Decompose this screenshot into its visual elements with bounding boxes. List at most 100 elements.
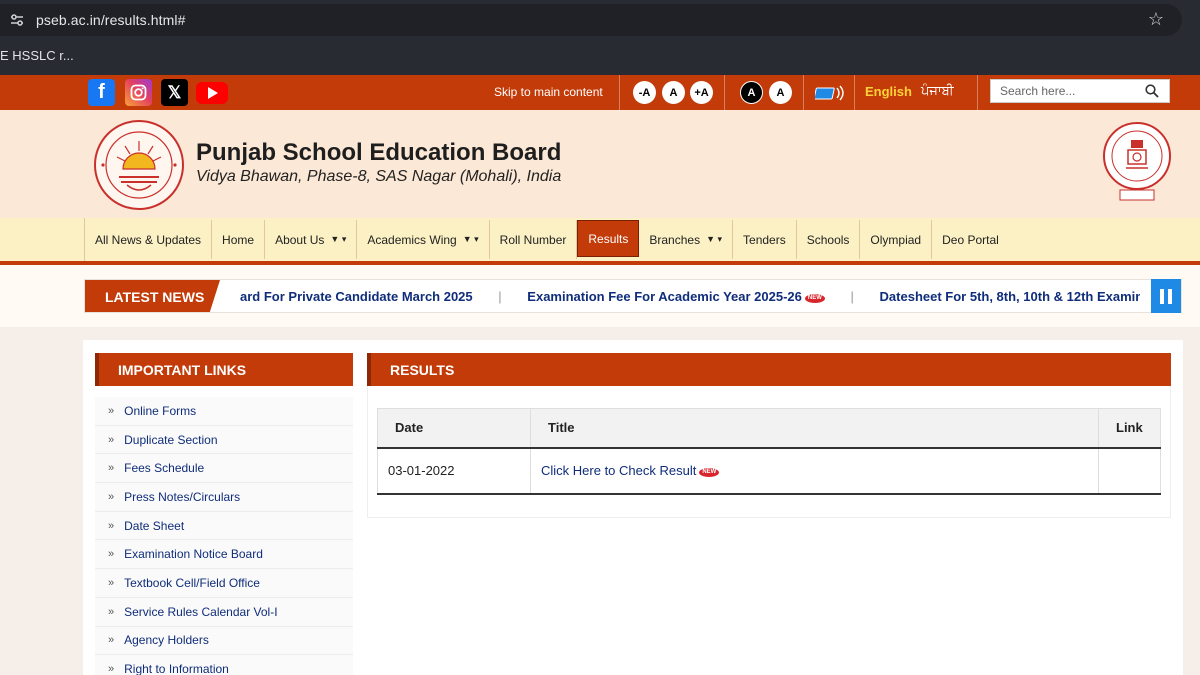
sidebar-item-date-sheet[interactable]: » Date Sheet — [95, 511, 353, 541]
double-chevron-icon: » — [108, 404, 115, 417]
bookmark-star-icon[interactable]: ☆ — [1148, 9, 1164, 30]
nav-label: About Us — [275, 232, 325, 247]
language-english-link[interactable]: English — [865, 84, 912, 99]
x-icon[interactable]: 𝕏 — [161, 79, 188, 106]
news-separator: | — [850, 289, 854, 304]
double-chevron-icon: » — [108, 634, 115, 647]
nav-label: Home — [222, 232, 255, 247]
nav-deo-portal[interactable]: Deo Portal — [932, 220, 1009, 259]
table-header-row: Date Title Link — [377, 408, 1161, 449]
font-normal-button[interactable]: A — [662, 81, 685, 104]
search-icon[interactable] — [1145, 84, 1159, 98]
result-title-cell: Click Here to Check Result NEW — [530, 447, 1099, 495]
sidebar-item-exam-notice-board[interactable]: » Examination Notice Board — [95, 540, 353, 570]
org-address: Vidya Bhawan, Phase-8, SAS Nagar (Mohali… — [196, 168, 562, 185]
instagram-icon[interactable] — [125, 79, 152, 106]
nav-olympiad[interactable]: Olympiad — [860, 220, 933, 259]
double-chevron-icon: » — [108, 433, 115, 446]
news-bar: LATEST NEWS ard For Private Candidate Ma… — [0, 265, 1200, 327]
high-contrast-button[interactable]: A — [740, 81, 763, 104]
nav-label: Roll Number — [499, 232, 567, 247]
new-badge-icon: NEW — [804, 294, 825, 303]
main-nav: All News & Updates Home About Us ▼ ▾ Acad… — [84, 218, 1009, 261]
check-result-link[interactable]: Click Here to Check Result — [541, 463, 696, 478]
double-chevron-icon: » — [108, 519, 115, 532]
news-item[interactable]: Examination Fee For Academic Year 2025-2… — [527, 289, 825, 304]
screen-reader-icon[interactable] — [815, 85, 845, 101]
pause-ticker-button[interactable] — [1151, 279, 1181, 313]
new-badge-icon: NEW — [699, 468, 720, 477]
important-links-list: » Online Forms » Duplicate Section » Fees S… — [95, 397, 353, 675]
news-item[interactable]: Datesheet For 5th, 8th, 10th & 12th Exam… — [880, 289, 1140, 304]
caret-down-icon: ▼ ▾ — [462, 234, 479, 244]
nav-all-news[interactable]: All News & Updates — [85, 220, 213, 259]
site-search — [990, 79, 1170, 103]
font-decrease-button[interactable]: -A — [633, 81, 656, 104]
nav-label: Deo Portal — [942, 232, 999, 247]
table-row: 03-01-2022 Click Here to Check Result NEW — [377, 447, 1161, 495]
caret-down-icon: ▼ ▾ — [706, 234, 723, 244]
sidebar-item-rti[interactable]: » Right to Information — [95, 655, 353, 675]
double-chevron-icon: » — [108, 605, 115, 618]
double-chevron-icon: » — [108, 490, 115, 503]
column-header-title: Title — [530, 408, 1099, 449]
pause-icon — [1160, 288, 1164, 304]
caret-down-icon: ▼ ▾ — [330, 234, 347, 244]
pause-icon — [1168, 288, 1172, 304]
nav-label: Results — [588, 231, 629, 246]
sidebar-item-label: Press Notes/Circulars — [124, 489, 241, 504]
sidebar-item-online-forms[interactable]: » Online Forms — [95, 397, 353, 426]
nav-schools[interactable]: Schools — [797, 220, 861, 259]
sidebar-item-label: Fees Schedule — [124, 461, 205, 476]
news-separator: | — [498, 289, 502, 304]
search-input[interactable] — [991, 80, 1141, 102]
nav-roll-number[interactable]: Roll Number — [490, 220, 578, 259]
org-name: Punjab School Education Board — [196, 139, 562, 166]
site-header: Punjab School Education Board Vidya Bhaw… — [0, 110, 1200, 218]
bookmark-item[interactable]: E HSSLC r... — [0, 48, 74, 63]
column-header-link: Link — [1098, 408, 1161, 449]
site-settings-icon[interactable] — [9, 12, 25, 28]
sidebar-item-press-notes[interactable]: » Press Notes/Circulars — [95, 483, 353, 512]
sidebar-item-agency-holders[interactable]: » Agency Holders — [95, 626, 353, 656]
news-ticker-box: LATEST NEWS ard For Private Candidate Ma… — [84, 279, 1182, 313]
nav-label: All News & Updates — [95, 232, 202, 247]
browser-chrome: pseb.ac.in/results.html# ☆ E HSSLC r... — [0, 0, 1200, 75]
sidebar-item-service-rules[interactable]: » Service Rules Calendar Vol-I — [95, 597, 353, 627]
double-chevron-icon: » — [108, 548, 115, 561]
sidebar-item-label: Duplicate Section — [124, 432, 218, 447]
nav-academics-wing[interactable]: Academics Wing ▼ ▾ — [357, 220, 490, 259]
nav-label: Olympiad — [870, 232, 922, 247]
url-text[interactable]: pseb.ac.in/results.html# — [36, 12, 185, 28]
double-chevron-icon: » — [108, 462, 115, 475]
sidebar-item-textbook-cell[interactable]: » Textbook Cell/Field Office — [95, 569, 353, 598]
divider — [854, 75, 855, 110]
nav-tenders[interactable]: Tenders — [733, 220, 797, 259]
nav-about-us[interactable]: About Us ▼ ▾ — [265, 220, 358, 259]
sidebar-item-duplicate-section[interactable]: » Duplicate Section — [95, 425, 353, 455]
double-chevron-icon: » — [108, 576, 115, 589]
nav-home[interactable]: Home — [212, 220, 266, 259]
facebook-icon[interactable]: f — [88, 79, 115, 106]
divider — [977, 75, 978, 110]
address-bar[interactable]: pseb.ac.in/results.html# ☆ — [0, 4, 1182, 36]
youtube-icon[interactable] — [196, 79, 228, 106]
normal-contrast-button[interactable]: A — [769, 81, 792, 104]
skip-to-content-link[interactable]: Skip to main content — [494, 85, 603, 99]
font-increase-button[interactable]: +A — [690, 81, 713, 104]
nav-label: Tenders — [743, 232, 786, 247]
nav-branches[interactable]: Branches ▼ ▾ — [639, 220, 734, 259]
sidebar-item-label: Examination Notice Board — [124, 547, 263, 562]
pseb-logo-icon[interactable] — [93, 119, 185, 211]
news-item[interactable]: ard For Private Candidate March 2025 — [240, 289, 473, 304]
sidebar-item-label: Service Rules Calendar Vol-I — [124, 604, 278, 619]
nav-results[interactable]: Results — [577, 220, 640, 257]
divider — [724, 75, 725, 110]
sidebar-item-fees-schedule[interactable]: » Fees Schedule — [95, 454, 353, 484]
nav-label: Branches — [649, 232, 701, 247]
sidebar-item-label: Right to Information — [124, 662, 229, 675]
punjab-emblem-icon — [1103, 122, 1171, 201]
language-punjabi-link[interactable]: ਪੰਜਾਬੀ — [921, 83, 954, 99]
main-nav-bar: All News & Updates Home About Us ▼ ▾ Acad… — [0, 218, 1200, 265]
news-ticker: ard For Private Candidate March 2025 | E… — [240, 289, 1140, 307]
